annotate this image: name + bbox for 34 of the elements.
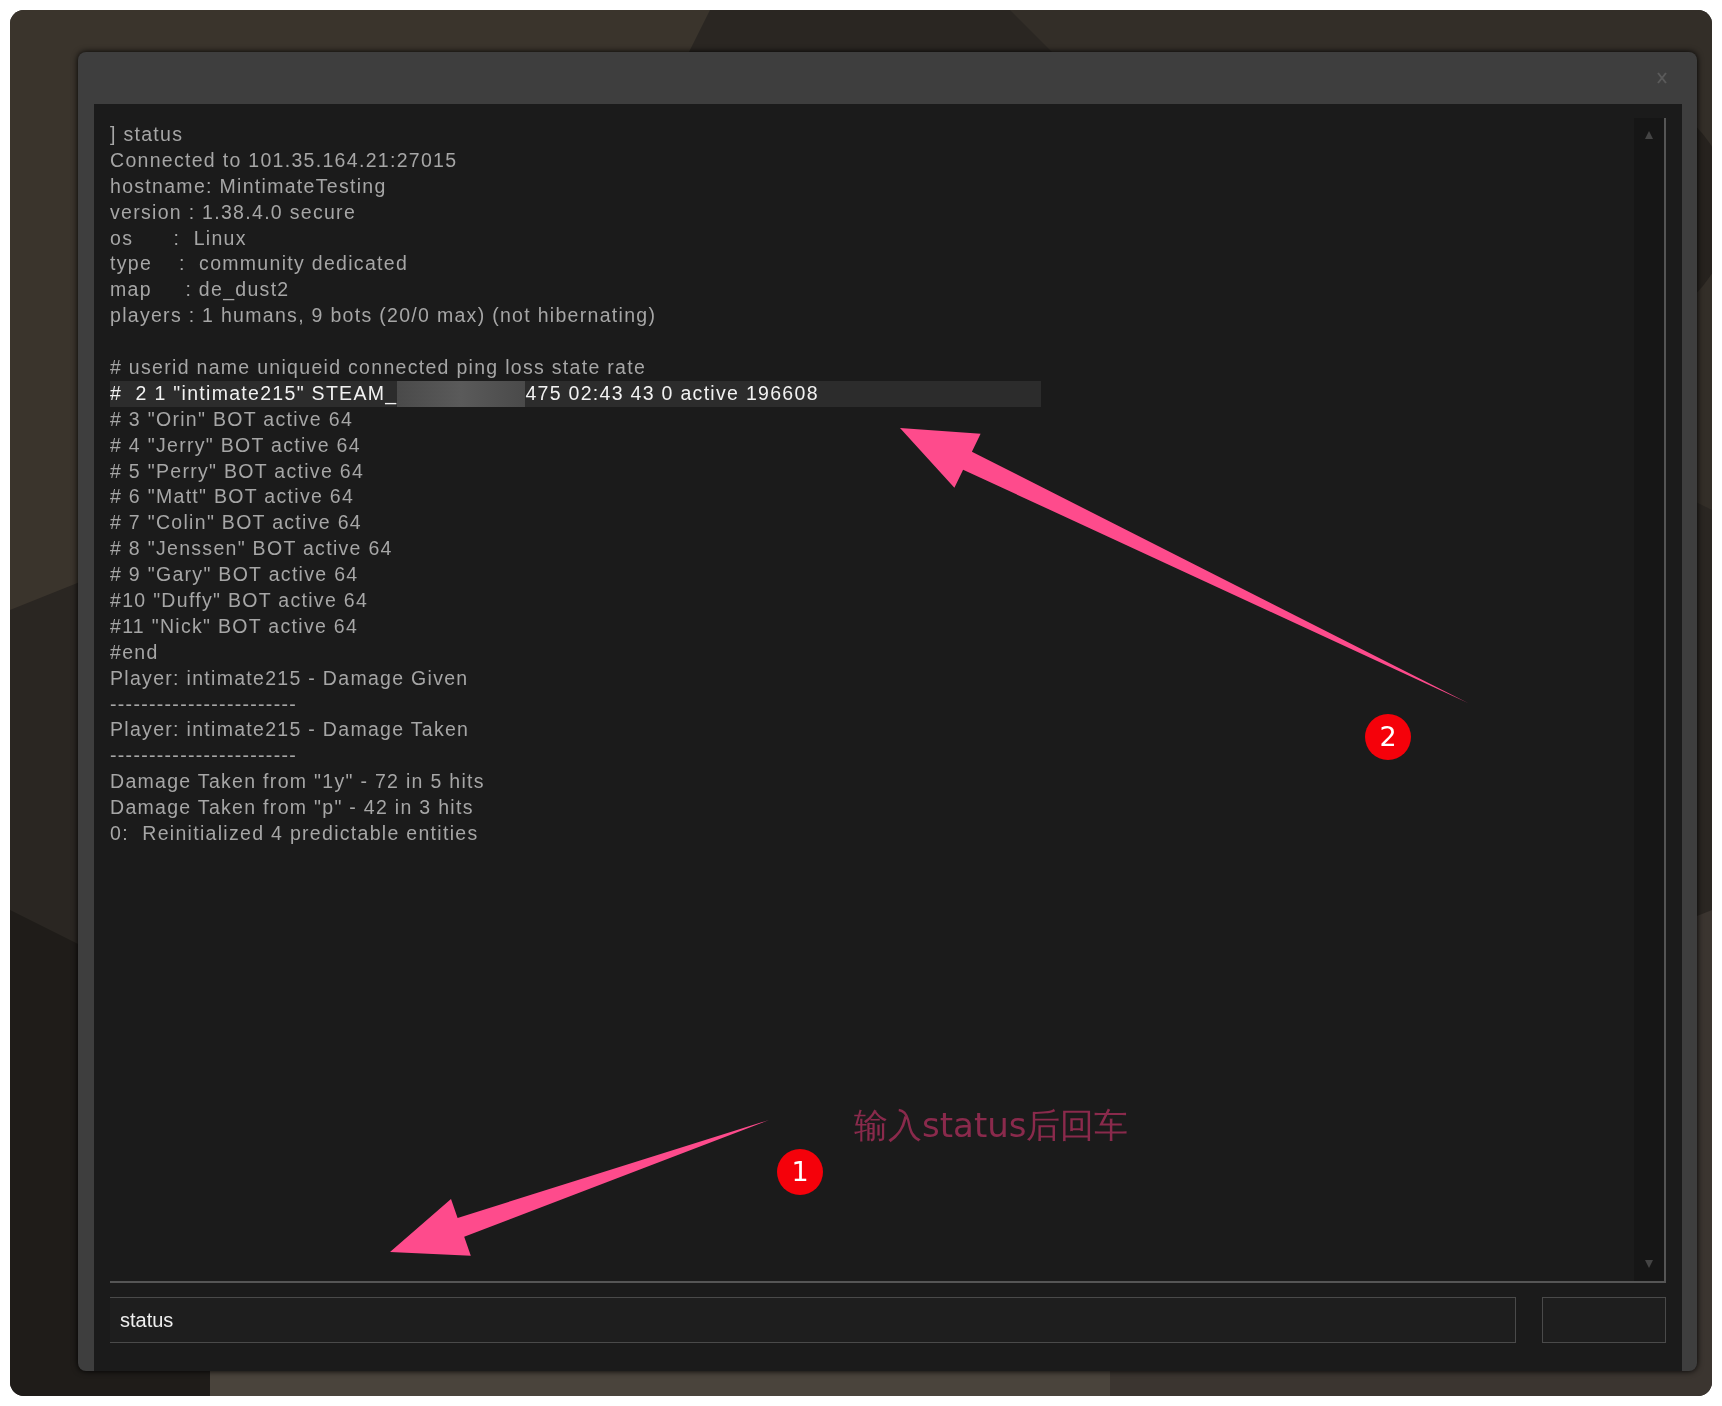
log-line: #11 "Nick" BOT active 64 [110, 613, 359, 639]
annotation-note: 输入status后回车 [854, 1104, 1129, 1147]
log-line: Player: intimate215 - Damage Taken [110, 717, 470, 743]
log-line: # 2 1 "intimate215" STEAM_ [110, 380, 398, 407]
log-line: # 5 "Perry" BOT active 64 [110, 458, 365, 484]
log-line: #10 "Duffy" BOT active 64 [110, 588, 369, 614]
log-line: map : de_dust2 [110, 277, 290, 303]
log-line: Damage Taken from "p" - 42 in 3 hits [110, 795, 474, 821]
log-line: Damage Taken from "1y" - 72 in 5 hits [110, 769, 485, 795]
log-line: Player: intimate215 - Damage Given [110, 665, 469, 691]
log-line: ------------------------ [110, 691, 298, 717]
log-line: # userid name uniqueid connected ping loss state rate [110, 355, 647, 380]
log-line: Connected to 101.35.164.21:27015 [110, 147, 458, 173]
log-line: hostname: MintimateTesting [110, 173, 387, 199]
log-line: os : Linux [110, 225, 247, 251]
log-line: type : community dedicated [110, 251, 409, 277]
log-line: # 9 "Gary" BOT active 64 [110, 562, 359, 588]
log-line: players : 1 humans, 9 bots (20/0 max) (not hibernating) [110, 303, 657, 329]
log-line: # 6 "Matt" BOT active 64 [110, 484, 355, 510]
command-input[interactable]: status [110, 1297, 1516, 1343]
log-line: version : 1.38.4.0 secure [110, 199, 357, 225]
log-line: # 4 "Jerry" BOT active 64 [110, 432, 361, 458]
scroll-up-icon[interactable] [1644, 130, 1654, 140]
log-line: ] status [110, 122, 184, 147]
log-line: #end [110, 639, 159, 665]
log-line: # 7 "Colin" BOT active 64 [110, 510, 362, 536]
scroll-down-icon[interactable] [1644, 1259, 1654, 1269]
log-line: ------------------------ [110, 743, 298, 769]
submit-button[interactable] [1542, 1297, 1666, 1343]
close-icon[interactable] [1657, 72, 1667, 84]
log-line: # 8 "Jenssen" BOT active 64 [110, 536, 393, 562]
log-line: 0: Reinitialized 4 predictable entities [110, 821, 479, 847]
log-line: # 3 "Orin" BOT active 64 [110, 406, 354, 432]
log-line: 475 02:43 43 0 active 196608 [525, 380, 819, 406]
